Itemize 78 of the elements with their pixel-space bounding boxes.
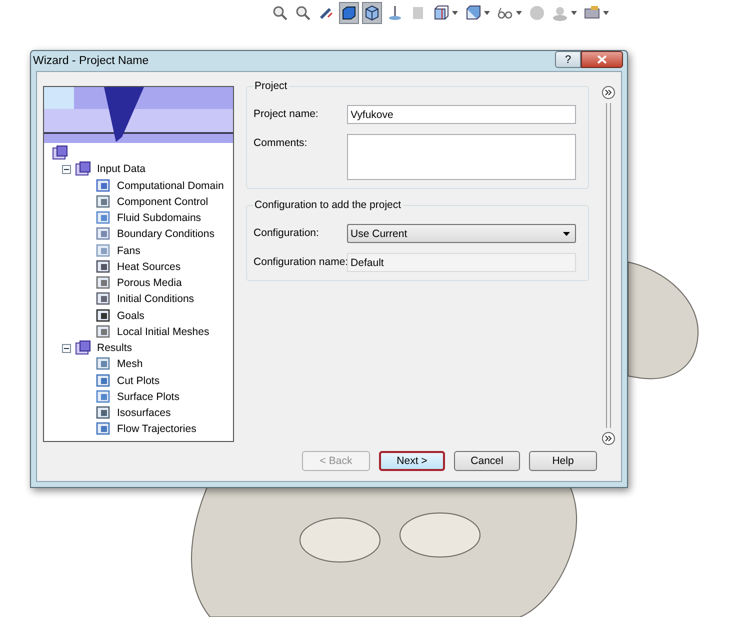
close-icon bbox=[597, 55, 607, 64]
tree-item[interactable]: Component Control bbox=[117, 196, 208, 208]
tree-item[interactable]: Initial Conditions bbox=[117, 293, 194, 306]
tree-node-icon bbox=[96, 406, 111, 420]
caret-icon bbox=[571, 11, 577, 15]
tree-item[interactable]: Heat Sources bbox=[117, 260, 181, 273]
tree-item[interactable]: Isosurfaces bbox=[117, 407, 171, 420]
tree-node-icon bbox=[96, 260, 111, 274]
tree-node-icon bbox=[96, 276, 111, 290]
block-icon bbox=[410, 5, 426, 21]
tree-node-icon bbox=[96, 227, 111, 242]
caret-icon bbox=[563, 232, 570, 236]
folder-icon bbox=[52, 145, 68, 162]
tree-node-icon bbox=[96, 324, 111, 339]
scene-icon bbox=[552, 5, 568, 21]
configuration-name-field: Default bbox=[346, 253, 576, 272]
collapse-toggle[interactable] bbox=[62, 164, 71, 174]
folder-icon bbox=[75, 340, 91, 356]
field-label: Configuration: bbox=[254, 226, 320, 239]
sphere-icon bbox=[529, 5, 545, 21]
tree-item[interactable]: Flow Trajectories bbox=[117, 423, 196, 436]
glasses-icon bbox=[497, 5, 513, 21]
tree-node-icon bbox=[96, 194, 111, 209]
minus-icon bbox=[64, 346, 69, 351]
caret-icon bbox=[603, 11, 609, 15]
tree-item[interactable]: Computational Domain bbox=[117, 180, 224, 192]
monitor-icon bbox=[584, 5, 600, 21]
tree-item[interactable]: Boundary Conditions bbox=[117, 228, 214, 240]
tree-node-icon bbox=[96, 211, 111, 226]
dialog-button[interactable]: Cancel bbox=[454, 451, 520, 471]
comments-field[interactable] bbox=[346, 134, 576, 180]
tree-node-icon bbox=[96, 292, 111, 306]
expand-icon[interactable] bbox=[602, 432, 615, 445]
cube-icon bbox=[364, 5, 380, 21]
project-name-field[interactable]: Vyfukove bbox=[346, 105, 576, 124]
expand-icon[interactable] bbox=[602, 86, 615, 99]
toolbar-button[interactable] bbox=[339, 2, 359, 24]
dialog-button[interactable]: Next > bbox=[379, 451, 445, 471]
tree-node-icon bbox=[96, 308, 111, 323]
close-button[interactable] bbox=[581, 51, 623, 68]
tree-item[interactable]: Results bbox=[97, 342, 132, 354]
magnifier-icon bbox=[295, 5, 311, 21]
folder-icon bbox=[75, 161, 91, 178]
help-button[interactable]: ? bbox=[555, 51, 581, 68]
group-title: Project bbox=[252, 80, 290, 92]
caret-icon bbox=[516, 11, 522, 15]
field-label: Project name: bbox=[254, 107, 320, 120]
cube-icon bbox=[465, 5, 481, 21]
tree-item[interactable]: Input Data bbox=[97, 163, 146, 176]
window-title: Wizard - Project Name bbox=[33, 55, 149, 67]
group-title: Configuration to add the project bbox=[252, 199, 404, 211]
minus-icon bbox=[64, 166, 69, 172]
cube-icon bbox=[341, 5, 357, 21]
tree-node-icon bbox=[96, 390, 111, 404]
tree-node-icon bbox=[96, 357, 111, 372]
dialog-button[interactable]: Help bbox=[529, 451, 597, 471]
tree-node-icon bbox=[96, 244, 111, 258]
tree-node-icon bbox=[96, 422, 111, 436]
tree-item[interactable]: Porous Media bbox=[117, 277, 182, 290]
field-label: Configuration name: bbox=[254, 255, 347, 268]
tree-item[interactable]: Mesh bbox=[117, 358, 143, 370]
collapse-toggle[interactable] bbox=[62, 344, 71, 353]
tree-node-icon bbox=[96, 374, 111, 388]
tree-item[interactable]: Cut Plots bbox=[117, 374, 160, 387]
tree-node-icon bbox=[96, 178, 111, 193]
tree-item[interactable]: Fluid Subdomains bbox=[117, 212, 202, 224]
configuration-dropdown[interactable]: Use Current bbox=[346, 224, 576, 243]
field-label: Comments: bbox=[254, 136, 308, 149]
magnifier-icon bbox=[272, 5, 288, 21]
caret-icon bbox=[484, 11, 490, 15]
section-cube-icon bbox=[433, 5, 449, 21]
caret-icon bbox=[452, 11, 458, 15]
tree-item[interactable]: Goals bbox=[117, 310, 144, 322]
pin-icon bbox=[387, 5, 403, 21]
tree-item[interactable]: Local Initial Meshes bbox=[117, 326, 210, 338]
tree-item[interactable]: Fans bbox=[117, 244, 140, 257]
tree-item[interactable]: Surface Plots bbox=[117, 390, 180, 403]
toolbar-button[interactable] bbox=[362, 2, 382, 24]
